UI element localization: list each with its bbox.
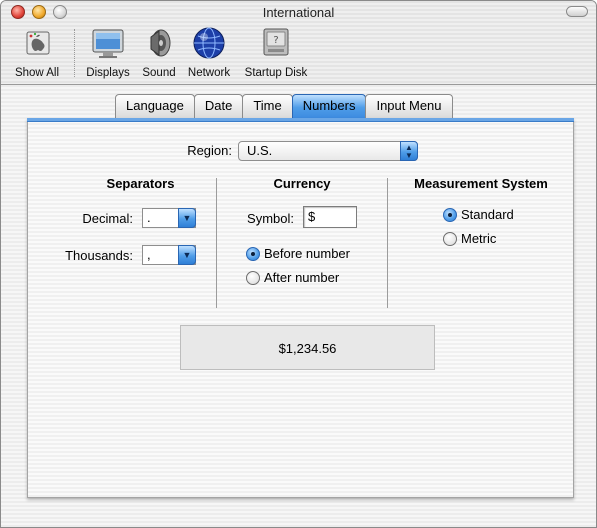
toolbar-item-sound[interactable]: Sound <box>139 25 179 79</box>
title-bar: International Show All Displays Sound Ne… <box>1 1 596 85</box>
disk-icon: ? <box>263 28 289 56</box>
toolbar-item-network[interactable]: Network <box>185 25 233 79</box>
toolbar: Show All Displays Sound Network ? Startu… <box>1 25 596 81</box>
standard-option[interactable]: Standard <box>443 206 514 224</box>
thousands-label: Thousands: <box>65 248 133 263</box>
decimal-combo[interactable]: . ▼ <box>142 208 196 228</box>
toolbar-item-show-all[interactable]: Show All <box>9 25 65 79</box>
standard-label: Standard <box>461 207 514 222</box>
radio-button[interactable] <box>443 231 457 246</box>
popup-arrows-icon: ▲ ▼ <box>400 141 418 161</box>
symbol-label: Symbol: <box>247 211 294 226</box>
radio-button[interactable] <box>443 207 457 222</box>
chevron-down-icon[interactable]: ▼ <box>178 208 196 228</box>
tab-bar: Language Date Time Numbers Input Menu <box>115 94 453 119</box>
toolbar-item-displays[interactable]: Displays <box>83 25 133 79</box>
toolbar-toggle-button[interactable] <box>566 6 588 17</box>
toolbar-item-label: Displays <box>86 67 130 79</box>
thousands-value: , <box>147 247 151 262</box>
thousands-combo[interactable]: , ▼ <box>142 245 196 265</box>
before-number-label: Before number <box>264 246 350 261</box>
display-icon <box>92 29 124 58</box>
measurement-heading: Measurement System <box>414 176 548 191</box>
tab-date[interactable]: Date <box>193 94 244 118</box>
after-number-option[interactable]: After number <box>246 269 339 287</box>
decimal-label: Decimal: <box>82 211 133 226</box>
apple-icon <box>26 31 50 55</box>
column-divider <box>216 178 217 308</box>
toolbar-item-label: Sound <box>142 67 176 79</box>
preferences-window: International Show All Displays Sound Ne… <box>0 0 597 528</box>
tab-language[interactable]: Language <box>115 94 195 118</box>
toolbar-item-label: Show All <box>14 67 60 79</box>
window-title: International <box>262 5 335 20</box>
region-value: U.S. <box>247 143 273 158</box>
radio-button[interactable] <box>246 246 260 261</box>
radio-button[interactable] <box>246 270 260 285</box>
toolbar-item-label: Network <box>187 67 231 79</box>
toolbar-item-startup-disk[interactable]: ? Startup Disk <box>241 25 311 79</box>
tab-time[interactable]: Time <box>242 94 293 118</box>
tab-pane-divider <box>27 118 574 122</box>
currency-heading: Currency <box>273 176 331 191</box>
column-divider <box>387 178 388 308</box>
decimal-value: . <box>147 210 151 225</box>
currency-symbol-field[interactable]: $ <box>303 206 357 228</box>
region-label: Region: <box>187 143 232 158</box>
toolbar-separator <box>74 29 75 77</box>
number-format-sample: $1,234.56 <box>180 325 435 370</box>
chevron-down-icon[interactable]: ▼ <box>178 245 196 265</box>
numbers-pane: Region: U.S. ▲ ▼ Separators Decimal: . ▼ … <box>27 118 574 498</box>
metric-label: Metric <box>461 231 497 246</box>
separators-heading: Separators <box>106 176 175 191</box>
after-number-label: After number <box>264 270 340 285</box>
before-number-option[interactable]: Before number <box>246 245 350 263</box>
speaker-icon <box>150 29 171 57</box>
toolbar-item-label: Startup Disk <box>244 67 308 79</box>
tab-numbers[interactable]: Numbers <box>291 94 367 118</box>
metric-option[interactable]: Metric <box>443 230 496 248</box>
region-popup[interactable]: U.S. ▲ ▼ <box>238 141 418 161</box>
svg-text:?: ? <box>273 35 278 46</box>
tab-input-menu[interactable]: Input Menu <box>365 94 453 118</box>
globe-icon <box>193 27 225 59</box>
